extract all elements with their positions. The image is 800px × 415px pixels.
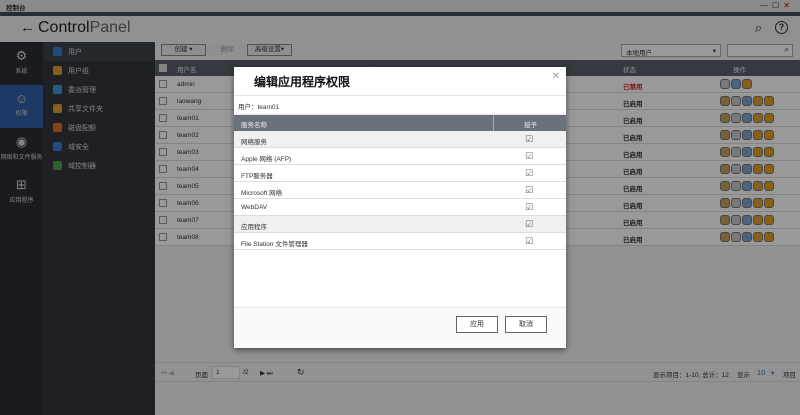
user-label: 用户： [238,104,258,111]
close-icon[interactable]: ✕ [552,71,560,82]
service-row: 应用程序 ☑ [234,216,566,233]
service-name: Microsoft 网络 [241,190,283,197]
col-service-name: 服务名称 [241,122,267,129]
service-name: WebDAV [241,204,268,211]
column-divider [493,115,494,131]
service-name: 应用程序 [241,224,267,231]
grant-checkbox[interactable]: ☑ [525,202,533,213]
service-name: File Station 文件管理器 [241,241,308,248]
grant-checkbox[interactable]: ☑ [525,134,533,145]
grant-checkbox[interactable]: ☑ [525,151,533,162]
grant-checkbox[interactable]: ☑ [525,185,533,196]
user-line: 用户：team01 [234,95,566,115]
service-row: FTP服务器 ☑ [234,165,566,182]
service-name: Apple 网络 (AFP) [241,156,292,163]
service-name: FTP服务器 [241,173,273,180]
dialog-title: 编辑应用程序权限 [254,75,351,89]
service-row: Apple 网络 (AFP) ☑ [234,148,566,165]
cancel-button[interactable]: 取消 [505,316,547,333]
grant-checkbox[interactable]: ☑ [525,168,533,179]
service-row: File Station 文件管理器 ☑ [234,233,566,250]
permissions-table-header: 服务名称 授予 [234,115,566,131]
service-row: Microsoft 网络 ☑ [234,182,566,199]
service-row: 网络服务 ☑ [234,131,566,148]
service-row: WebDAV ☑ [234,199,566,216]
col-grant: 授予 [524,122,537,129]
apply-button[interactable]: 应用 [456,316,498,333]
grant-checkbox[interactable]: ☑ [525,236,533,247]
edit-app-permissions-dialog: ✕ 编辑应用程序权限 用户：team01 服务名称 授予 网络服务 ☑ Apple … [234,67,566,348]
dialog-footer: 应用 取消 [234,307,566,348]
grant-checkbox[interactable]: ☑ [525,219,533,230]
service-name: 网络服务 [241,139,267,146]
user-value: team01 [257,104,280,111]
